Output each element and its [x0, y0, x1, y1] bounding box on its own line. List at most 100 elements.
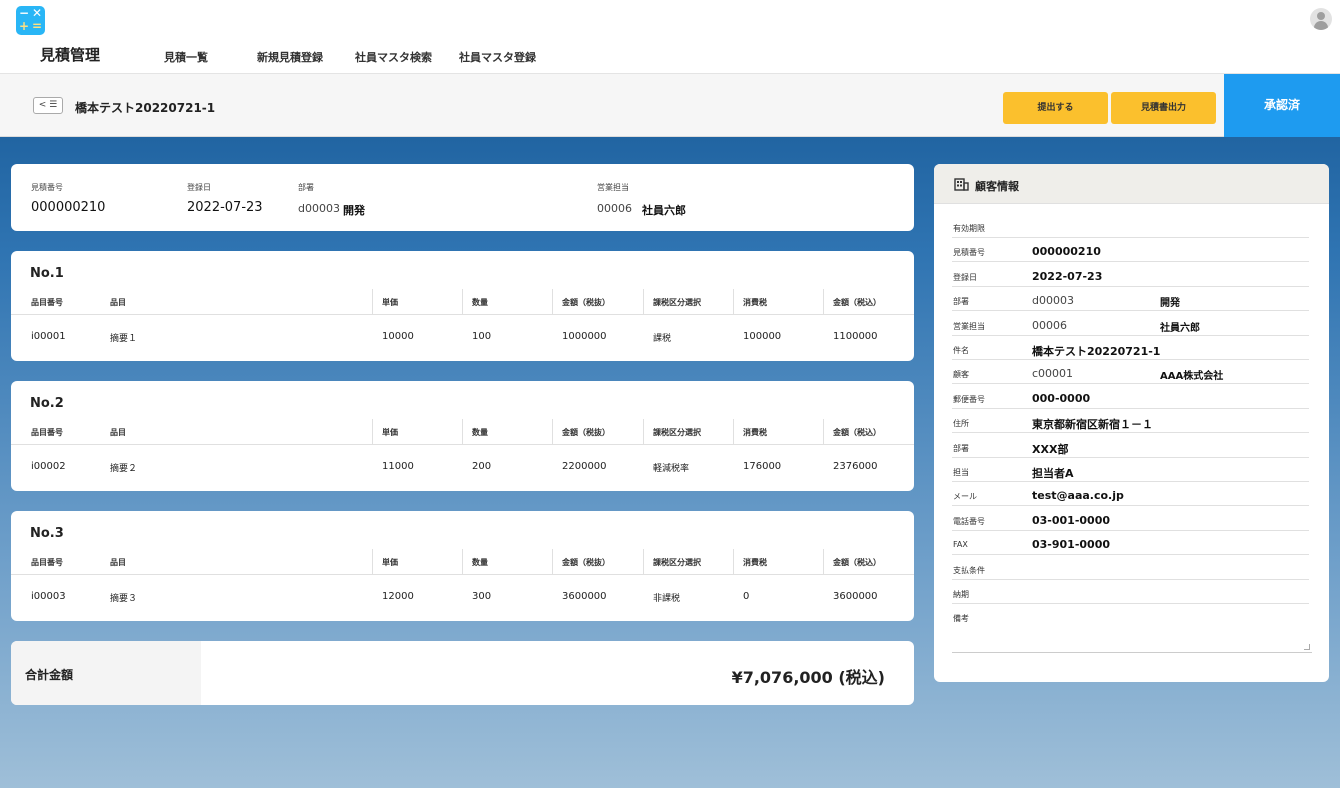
item-card-3: No.3 品目番号 品目 単価 数量 金額（税抜） 課税区分選択 消費税 金額（… [11, 511, 914, 621]
user-avatar-icon[interactable] [1310, 8, 1332, 30]
col-name: 品目 [110, 298, 126, 307]
col-divider [552, 549, 553, 575]
cell-qty[interactable]: 300 [472, 591, 491, 602]
row-divider [952, 554, 1309, 555]
customer-field-value: 000000210 [1032, 245, 1101, 258]
avatar-head [1317, 12, 1325, 20]
customer-field-label: 営業担当 [953, 322, 985, 331]
cell-tax-type[interactable]: 課税 [653, 331, 671, 344]
dept-name: 開発 [343, 204, 365, 217]
col-tax: 消費税 [743, 428, 767, 437]
building-icon [954, 178, 969, 191]
customer-field-label: 件名 [953, 346, 969, 355]
cell-price[interactable]: 11000 [382, 461, 414, 472]
nav-estimate-list[interactable]: 見積一覧 [164, 49, 208, 65]
customer-field-label: 部署 [953, 297, 969, 306]
col-qty: 数量 [472, 428, 488, 437]
customer-field-label: 有効期限 [953, 224, 985, 233]
cell-amount: 3600000 [562, 591, 607, 602]
col-tax-type: 課税区分選択 [653, 558, 701, 567]
cell-tax-type[interactable]: 軽減税率 [653, 461, 689, 474]
back-list-button[interactable]: < ☰ [33, 97, 63, 114]
col-divider [733, 289, 734, 315]
customer-field-value: 担当者A [1032, 467, 1074, 480]
col-divider [552, 419, 553, 445]
col-amount: 金額（税抜） [562, 428, 610, 437]
col-tax: 消費税 [743, 298, 767, 307]
col-qty: 数量 [472, 558, 488, 567]
item-no: No.3 [30, 526, 64, 541]
cell-name[interactable]: 摘要１ [110, 331, 137, 344]
print-estimate-button[interactable]: 見積書出力 [1111, 92, 1216, 124]
cell-qty[interactable]: 100 [472, 331, 491, 342]
top-bar: − ✕ + = 見積管理 見積一覧 新規見積登録 社員マスタ検索 社員マスタ登録 [0, 0, 1340, 74]
customer-field-value: 03-001-0000 [1032, 514, 1111, 527]
col-qty: 数量 [472, 298, 488, 307]
logo-minus-glyph: − [19, 6, 30, 20]
col-total: 金額（税込） [833, 428, 881, 437]
col-divider [462, 419, 463, 445]
notes-textarea[interactable] [952, 627, 1312, 653]
col-divider [372, 289, 373, 315]
customer-field-label: 顧客 [953, 370, 969, 379]
cell-code[interactable]: i00003 [31, 591, 66, 602]
cell-qty[interactable]: 200 [472, 461, 491, 472]
row-divider [952, 603, 1309, 604]
customer-field-label: メール [953, 492, 977, 501]
col-divider [823, 419, 824, 445]
cell-price[interactable]: 10000 [382, 331, 414, 342]
col-divider [823, 549, 824, 575]
col-price: 単価 [382, 428, 398, 437]
nav-new-estimate[interactable]: 新規見積登録 [257, 49, 323, 65]
row-divider [952, 432, 1309, 433]
app-logo-icon[interactable]: − ✕ + = [16, 6, 45, 35]
cell-tax: 100000 [743, 331, 782, 342]
customer-field-value: 000-0000 [1032, 392, 1091, 405]
row-divider [952, 579, 1309, 580]
cell-tax-type[interactable]: 非課税 [653, 591, 680, 604]
cell-amount: 1000000 [562, 331, 607, 342]
logo-plus-glyph: + [19, 19, 30, 33]
dept-code: d00003 [298, 202, 340, 215]
cell-amount: 2200000 [562, 461, 607, 472]
col-divider [372, 549, 373, 575]
cell-total: 3600000 [833, 591, 878, 602]
col-tax-type: 課税区分選択 [653, 298, 701, 307]
table-header: 品目番号 品目 単価 数量 金額（税抜） 課税区分選択 消費税 金額（税込） [11, 549, 914, 575]
customer-field-label: 支払条件 [953, 566, 985, 575]
customer-field-label: 担当 [953, 468, 969, 477]
cell-price[interactable]: 12000 [382, 591, 414, 602]
nav-employee-register[interactable]: 社員マスタ登録 [459, 49, 536, 65]
col-code: 品目番号 [31, 558, 63, 567]
col-tax-type: 課税区分選択 [653, 428, 701, 437]
app-title[interactable]: 見積管理 [40, 44, 100, 65]
row-divider [952, 505, 1309, 506]
reg-date-label: 登録日 [187, 183, 211, 192]
cell-name[interactable]: 摘要２ [110, 461, 137, 474]
logo-equals-glyph: = [32, 19, 43, 33]
customer-field-value: 00006 [1032, 319, 1067, 332]
customer-field-value: test@aaa.co.jp [1032, 489, 1124, 502]
submit-button[interactable]: 提出する [1003, 92, 1108, 124]
item-no: No.1 [30, 266, 64, 281]
row-divider [952, 310, 1309, 311]
avatar-body [1314, 21, 1328, 30]
logo-times-glyph: ✕ [32, 6, 43, 20]
cell-code[interactable]: i00001 [31, 331, 66, 342]
cell-name[interactable]: 摘要３ [110, 591, 137, 604]
customer-field-value: d00003 [1032, 294, 1074, 307]
nav-employee-search[interactable]: 社員マスタ検索 [355, 49, 432, 65]
resize-grip-icon[interactable] [1304, 644, 1310, 650]
customer-field-label: 見積番号 [953, 248, 985, 257]
sub-header: < ☰ 橋本テスト20220721-1 提出する 見積書出力 承認済 [0, 74, 1340, 137]
cell-code[interactable]: i00002 [31, 461, 66, 472]
estimate-no-value: 000000210 [31, 200, 106, 215]
customer-field-value: 2022-07-23 [1032, 270, 1103, 283]
total-label: 合計金額 [25, 668, 74, 682]
col-total: 金額（税込） [833, 558, 881, 567]
row-divider [952, 383, 1309, 384]
customer-field-label: 納期 [953, 590, 969, 599]
customer-field-value-secondary: 社員六郎 [1160, 323, 1200, 334]
table-header: 品目番号 品目 単価 数量 金額（税抜） 課税区分選択 消費税 金額（税込） [11, 289, 914, 315]
customer-field-label: 電話番号 [953, 517, 985, 526]
